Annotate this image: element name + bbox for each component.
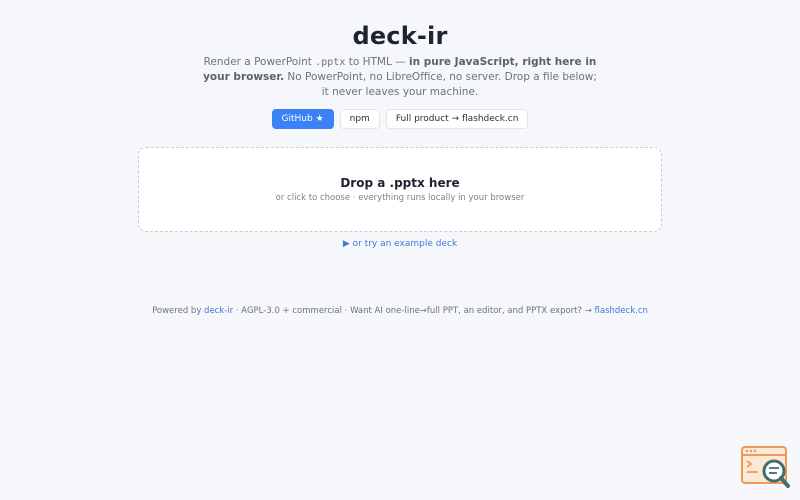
footer-flashdeck-link[interactable]: flashdeck.cn bbox=[595, 306, 648, 316]
intro-part-1: Render a PowerPoint bbox=[203, 56, 316, 68]
intro-part-2: to HTML — bbox=[345, 56, 409, 68]
full-product-button[interactable]: Full product → flashdeck.cn bbox=[385, 109, 529, 129]
file-dropzone[interactable]: Drop a .pptx here or click to choose · e… bbox=[138, 147, 662, 232]
footer-prefix: Powered by bbox=[152, 306, 205, 316]
intro-text: Render a PowerPoint .pptx to HTML — in p… bbox=[200, 55, 600, 100]
github-button[interactable]: GitHub ★ bbox=[271, 109, 334, 129]
search-window-icon[interactable] bbox=[740, 444, 792, 490]
page: deck-ir Render a PowerPoint .pptx to HTM… bbox=[0, 0, 800, 500]
link-buttons: GitHub ★ npm Full product → flashdeck.cn bbox=[0, 109, 800, 129]
intro-part-3: No PowerPoint, no LibreOffice, no server… bbox=[284, 71, 597, 98]
footer-middle: · AGPL-3.0 + commercial · Want AI one-li… bbox=[233, 306, 595, 316]
footer: Powered by deck-ir · AGPL-3.0 + commerci… bbox=[0, 306, 800, 316]
intro-code: .pptx bbox=[315, 57, 346, 68]
example-deck-link[interactable]: ▶ or try an example deck bbox=[0, 239, 800, 249]
footer-deck-ir-link[interactable]: deck-ir bbox=[204, 306, 233, 316]
npm-button[interactable]: npm bbox=[339, 109, 380, 129]
dropzone-subtitle: or click to choose · everything runs loc… bbox=[275, 193, 525, 203]
dropzone-title: Drop a .pptx here bbox=[340, 176, 460, 190]
page-title: deck-ir bbox=[352, 22, 448, 50]
